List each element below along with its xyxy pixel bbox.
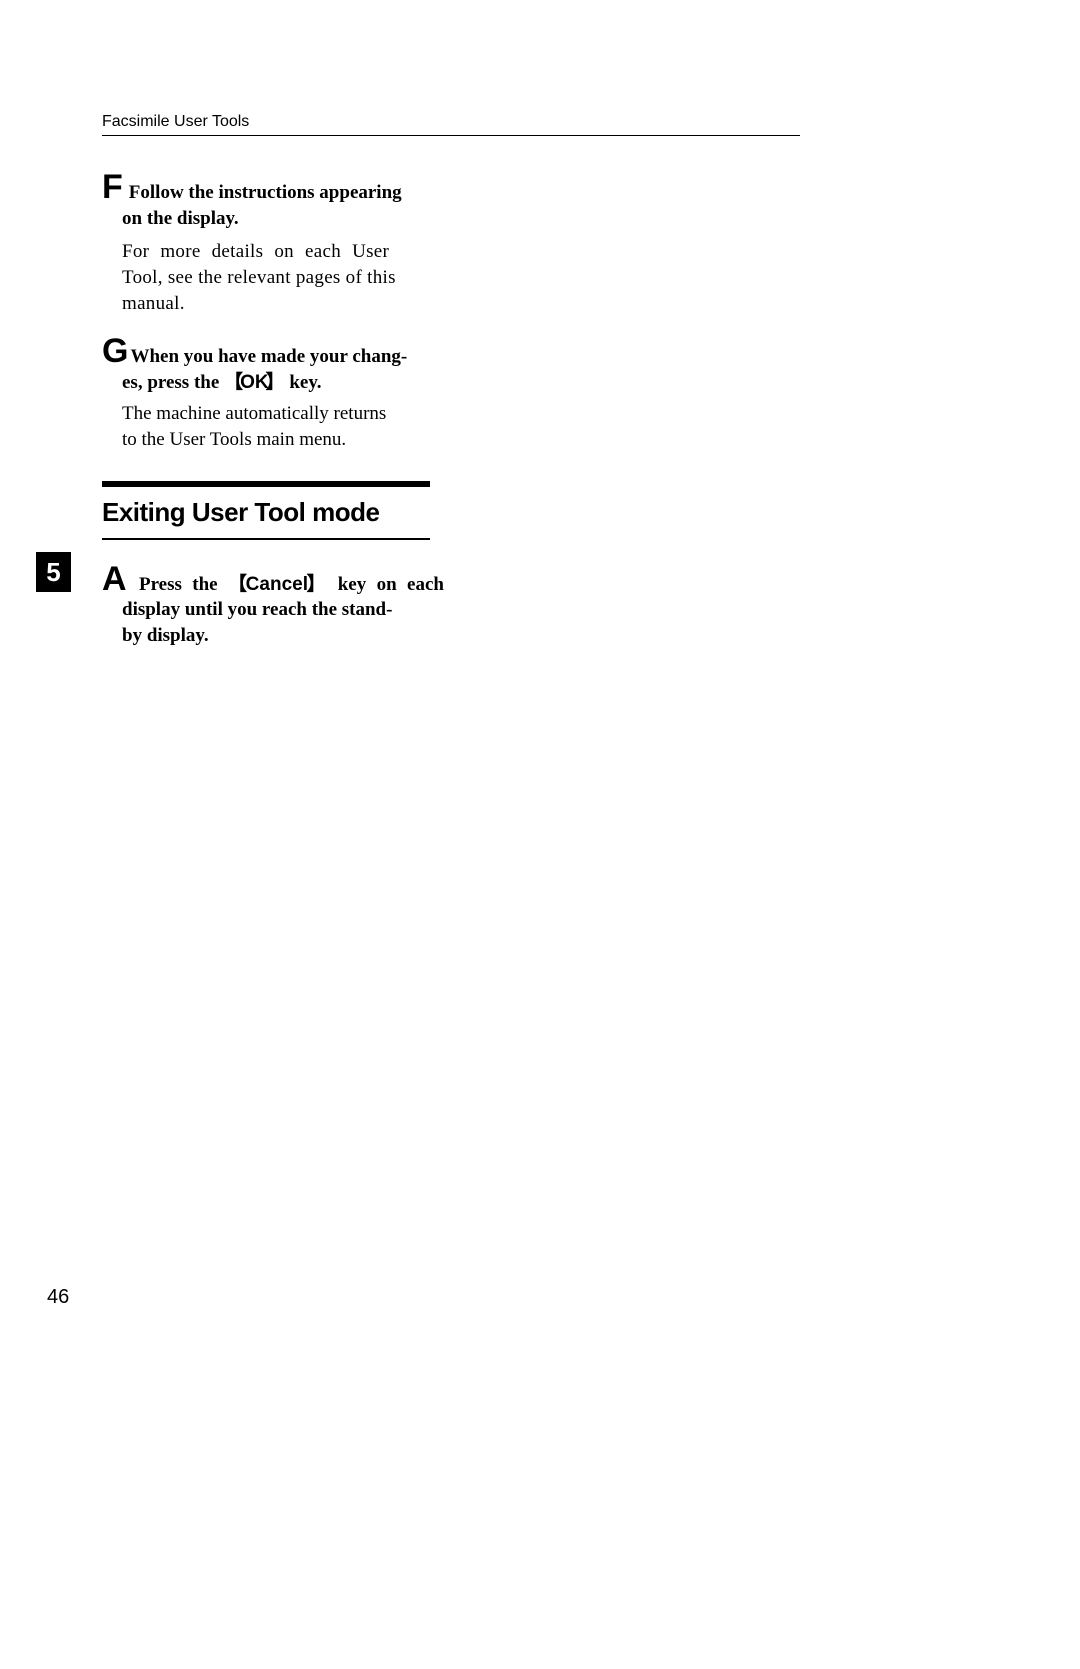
page-number: 46 [47,1286,69,1309]
step-letter-a: A [102,562,127,596]
step-g-heading-post: key. [285,372,322,393]
step-f-heading-line1: Follow the instructions appearing [129,182,402,203]
section-title: Exiting User Tool mode [102,497,444,528]
step-a-heading-post: key on each [327,574,444,595]
content-column: F Follow the instructions appearing on t… [102,170,444,667]
step-a-heading-pre: Press the [139,574,228,595]
ok-key: OK [224,372,285,393]
step-letter-g: G [102,334,128,368]
step-a-heading-line3: by display. [122,623,444,649]
step-g-body-line1: The machine automatically returns [122,401,444,427]
chapter-tab: 5 [36,552,71,592]
section-divider-top [102,481,430,487]
header-rule [102,135,800,136]
step-g-heading-line1: When you have made your chang- [130,346,407,367]
cancel-key: Cancel [228,574,327,595]
step-g-heading-line2: es, press the OK key. [122,370,444,396]
step-f-body-line1: For more details on each User [122,239,444,265]
running-header: Facsimile User Tools [102,113,249,131]
step-a: A Press the Cancel key on each display u… [102,562,444,649]
section-divider-bottom [102,538,430,540]
step-f: F Follow the instructions appearing on t… [102,170,444,316]
step-a-heading-line2: display until you reach the stand- [122,597,444,623]
step-letter-f: F [102,170,123,204]
step-g-body-line2: to the User Tools main menu. [122,427,444,453]
step-f-body-line3: manual. [122,291,444,317]
step-f-body-line2: Tool, see the relevant pages of this [122,265,444,291]
step-g: GWhen you have made your chang- es, pres… [102,334,444,453]
step-g-heading-pre: es, press the [122,372,224,393]
step-f-heading-line2: on the display. [122,206,444,232]
